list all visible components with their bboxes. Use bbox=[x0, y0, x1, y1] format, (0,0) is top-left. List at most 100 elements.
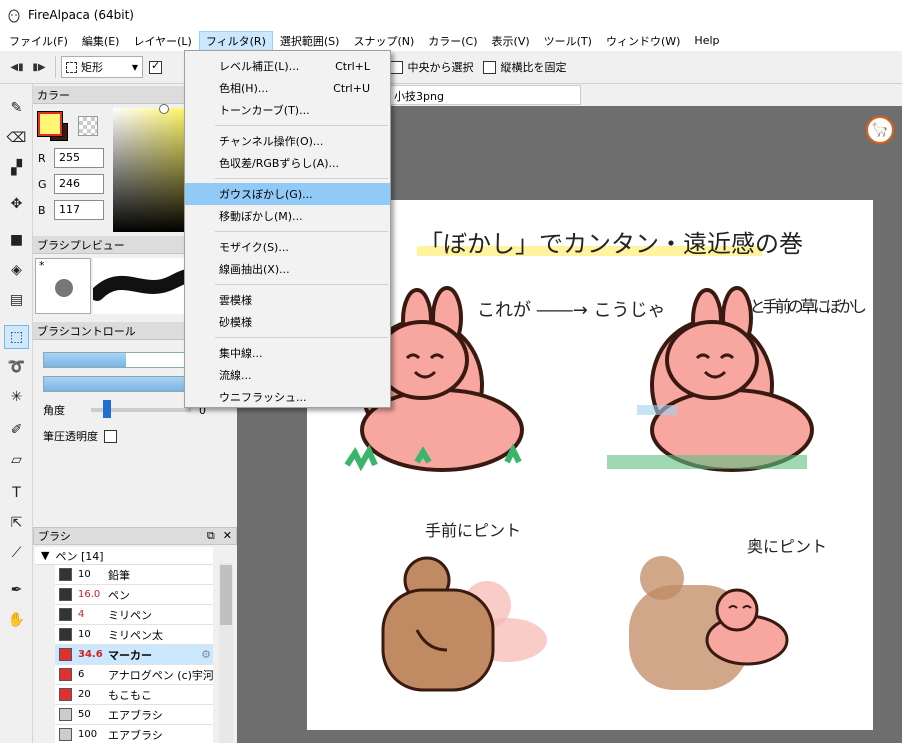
filter-menu-item[interactable]: 色収差/RGBずらし(A)... bbox=[185, 152, 390, 174]
filter-menu-item[interactable]: 集中線... bbox=[185, 342, 390, 364]
scrollbar-thumb[interactable] bbox=[220, 565, 232, 625]
filter-dropdown-menu: レベル補正(L)... Ctrl+L 色相(H)... Ctrl+U トーンカーブ(T)… bbox=[184, 50, 391, 408]
brush-color-swatch bbox=[59, 648, 72, 661]
filter-menu-item[interactable]: ガウスぼかし(G)... bbox=[185, 183, 390, 205]
r-value-field[interactable]: 255 bbox=[54, 148, 104, 168]
note-top: 奥と手前の草にぼかし bbox=[737, 297, 867, 316]
fix-ratio-option[interactable]: 縦横比を固定 bbox=[483, 59, 566, 75]
filter-menu-item-label: 砂模様 bbox=[219, 316, 252, 329]
fix-ratio-checkbox[interactable] bbox=[483, 60, 497, 74]
bear-sharp-rabbit-blur bbox=[381, 556, 547, 692]
shape-select-value: 矩形 bbox=[81, 61, 103, 74]
menu-select[interactable]: 選択範囲(S) bbox=[273, 31, 347, 51]
panel-toggle-right-icon[interactable]: ▮▶ bbox=[28, 56, 50, 78]
menu-edit[interactable]: 編集(E) bbox=[75, 31, 127, 51]
brush-opacity-slider[interactable] bbox=[43, 376, 187, 392]
brush-color-swatch bbox=[59, 728, 72, 741]
color-picker-icon[interactable]: ✒ bbox=[4, 578, 29, 602]
alpaca-avatar-icon[interactable]: 🦙 bbox=[866, 116, 894, 144]
dot-icon[interactable]: ▞ bbox=[4, 156, 29, 180]
filter-menu-item[interactable]: 線画抽出(X)... bbox=[185, 258, 390, 280]
hand-icon[interactable]: ✋ bbox=[4, 608, 29, 632]
collapse-triangle-icon[interactable]: ▼ bbox=[41, 549, 49, 562]
selection-shape-select[interactable]: 矩形 ▼ bbox=[61, 56, 143, 78]
brush-row[interactable]: 6 アナログペン (c)宇河弘 bbox=[55, 665, 213, 685]
transparent-color-swatch[interactable] bbox=[78, 116, 98, 136]
angle-row: 角度 0 bbox=[43, 400, 206, 418]
menu-layer[interactable]: レイヤー(L) bbox=[126, 31, 198, 51]
brush-list-header: ブラシ ⧉ ✕ bbox=[33, 527, 237, 545]
operation-icon[interactable]: ⇱ bbox=[4, 511, 29, 535]
brush-row[interactable]: 16.0 ペン bbox=[55, 585, 213, 605]
menu-view[interactable]: 表示(V) bbox=[485, 31, 537, 51]
filter-menu-item[interactable]: モザイク(S)... bbox=[185, 236, 390, 258]
brush-list-scrollbar[interactable] bbox=[219, 563, 233, 743]
brush-row[interactable]: 50 エアブラシ bbox=[55, 705, 213, 725]
b-row: B 117 bbox=[38, 200, 104, 220]
g-value-field[interactable]: 246 bbox=[54, 174, 104, 194]
brush-row[interactable]: 10 鉛筆 bbox=[55, 565, 213, 585]
antialias-checkbox[interactable] bbox=[149, 59, 162, 74]
select-rect-icon[interactable]: ⬚ bbox=[4, 325, 29, 349]
brush-row[interactable]: 20 もこもこ bbox=[55, 685, 213, 705]
canvas-document[interactable]: 「ぼかし」でカンタン・遠近感の巻 これが ――→ こうじゃ 奥と手前の草にぼかし bbox=[307, 200, 873, 730]
panel-toggle-left-icon[interactable]: ◀▮ bbox=[6, 56, 28, 78]
menu-window[interactable]: ウィンドウ(W) bbox=[599, 31, 687, 51]
menu-tool[interactable]: ツール(T) bbox=[537, 31, 599, 51]
filter-menu-item[interactable]: 流線... bbox=[185, 364, 390, 386]
gear-icon[interactable]: ⚙ bbox=[201, 648, 211, 661]
filter-menu-item-label: チャンネル操作(O)... bbox=[219, 135, 324, 148]
file-tab[interactable]: 小技3png bbox=[387, 85, 581, 105]
brush-tip-preview: * bbox=[35, 258, 91, 314]
filter-menu-item[interactable]: ウニフラッシュ... bbox=[185, 386, 390, 408]
window-title: FireAlpaca (64bit) bbox=[28, 8, 134, 22]
lasso-icon[interactable]: ➰ bbox=[4, 355, 29, 379]
brush-row[interactable]: 100 エアブラシ bbox=[55, 725, 213, 743]
bucket-icon[interactable]: ◈ bbox=[4, 258, 29, 282]
magic-wand-icon[interactable]: ✳ bbox=[4, 385, 29, 409]
filter-menu-item[interactable]: 色相(H)... Ctrl+U bbox=[185, 77, 390, 99]
angle-slider-thumb[interactable] bbox=[103, 400, 111, 418]
brush-row[interactable]: 10 ミリペン太 bbox=[55, 625, 213, 645]
filter-menu-item-label: 流線... bbox=[219, 369, 252, 382]
filter-menu-item[interactable]: 砂模様 bbox=[185, 311, 390, 333]
center-select-label: 中央から選択 bbox=[407, 61, 474, 74]
menu-snap[interactable]: スナップ(N) bbox=[346, 31, 421, 51]
brush-name: エアブラシ bbox=[108, 728, 163, 742]
center-select-checkbox[interactable] bbox=[390, 60, 404, 74]
pressure-opacity-option[interactable]: 筆圧透明度 bbox=[43, 428, 117, 444]
center-select-option[interactable]: 中央から選択 bbox=[390, 59, 473, 75]
gradient-icon[interactable]: ▤ bbox=[4, 288, 29, 312]
brush-name: もこもこ bbox=[108, 688, 152, 702]
illustration-heading: 「ぼかし」でカンタン・遠近感の巻 bbox=[419, 230, 803, 258]
brush-size-fill bbox=[44, 353, 127, 367]
menu-help[interactable]: Help bbox=[687, 32, 726, 49]
brush-row[interactable]: 4 ミリペン bbox=[55, 605, 213, 625]
fill-rect-icon[interactable]: ■ bbox=[4, 228, 29, 252]
note-back: 奥にピント bbox=[747, 537, 827, 556]
move-icon[interactable]: ✥ bbox=[4, 192, 29, 216]
filter-menu-item[interactable]: チャンネル操作(O)... bbox=[185, 130, 390, 152]
filter-menu-item[interactable]: トーンカーブ(T)... bbox=[185, 99, 390, 121]
angle-slider[interactable] bbox=[91, 400, 191, 418]
eraser-icon[interactable]: ⌫ bbox=[4, 126, 29, 150]
filter-menu-item[interactable]: 移動ぼかし(M)... bbox=[185, 205, 390, 227]
select-eraser-icon[interactable]: ▱ bbox=[4, 448, 29, 472]
brush-group-pen[interactable]: ▼ ペン [14] bbox=[35, 547, 213, 565]
b-value-field[interactable]: 117 bbox=[54, 200, 104, 220]
brush-row[interactable]: 34.6 マーカー ⚙ bbox=[55, 645, 213, 665]
eyedropper-icon[interactable]: ⟋ bbox=[4, 541, 29, 565]
text-icon[interactable]: T bbox=[4, 481, 29, 505]
foreground-color-swatch[interactable] bbox=[38, 112, 62, 136]
filter-menu-item[interactable]: 雲模様 bbox=[185, 289, 390, 311]
filter-menu-item[interactable]: レベル補正(L)... Ctrl+L bbox=[185, 55, 390, 77]
pressure-opacity-checkbox[interactable] bbox=[104, 429, 117, 443]
menu-color[interactable]: カラー(C) bbox=[421, 31, 484, 51]
undock-icon[interactable]: ⧉ bbox=[207, 529, 215, 543]
pen-icon[interactable]: ✎ bbox=[4, 96, 29, 120]
select-pen-icon[interactable]: ✐ bbox=[4, 418, 29, 442]
brush-size-slider[interactable] bbox=[43, 352, 187, 368]
menu-file[interactable]: ファイル(F) bbox=[2, 31, 75, 51]
close-icon[interactable]: ✕ bbox=[223, 529, 232, 543]
menu-filter[interactable]: フィルタ(R) bbox=[198, 30, 273, 51]
